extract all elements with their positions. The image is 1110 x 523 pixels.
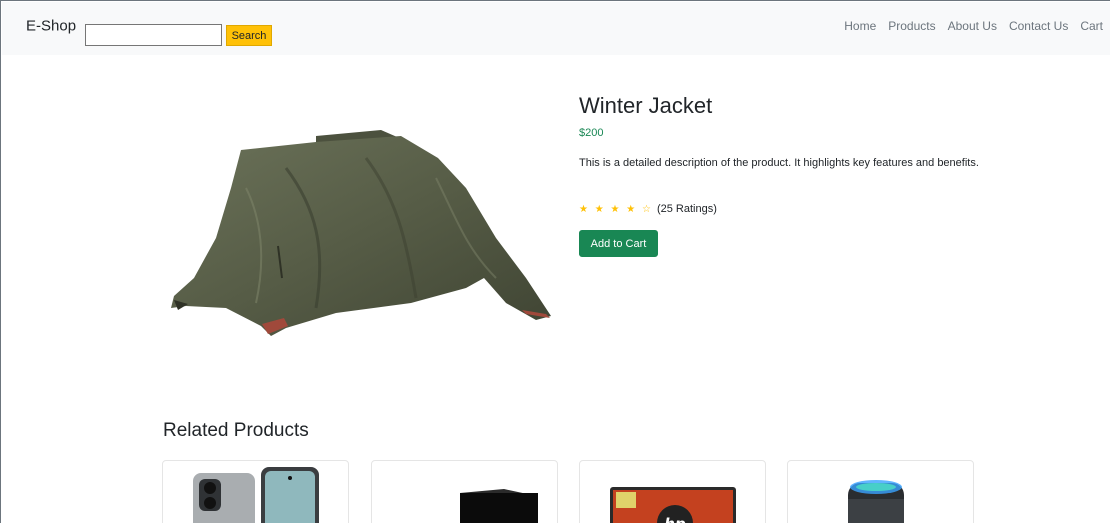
add-to-cart-button[interactable]: Add to Cart [579, 230, 658, 257]
box-speaker-icon [460, 489, 538, 523]
nav-link-about-us[interactable]: About Us [948, 19, 997, 33]
navbar: E-Shop Search Home Products About Us Con… [2, 2, 1110, 55]
product-price: $200 [579, 127, 604, 139]
nav-link-contact-us[interactable]: Contact Us [1009, 19, 1068, 33]
nav-link-cart[interactable]: Cart [1080, 19, 1103, 33]
laptop-brand-text: hp [664, 515, 686, 523]
page: E-Shop Search Home Products About Us Con… [0, 0, 1110, 523]
nav-link-products[interactable]: Products [888, 19, 935, 33]
product-description: This is a detailed description of the pr… [579, 157, 979, 169]
related-product-card[interactable] [787, 460, 974, 523]
related-product-card[interactable] [371, 460, 558, 523]
brand-logo[interactable]: E-Shop [26, 18, 76, 35]
product-title: Winter Jacket [579, 93, 713, 118]
nav-link-home[interactable]: Home [844, 19, 876, 33]
portable-speaker-icon [848, 480, 904, 523]
smartphone-icon [193, 467, 319, 523]
rating-stars: ★ ★ ★ ★ ☆ [579, 203, 653, 215]
related-products-heading: Related Products [163, 420, 309, 441]
ratings-count: (25 Ratings) [656, 203, 717, 215]
product-image [171, 130, 551, 336]
search-input[interactable] [85, 24, 222, 46]
related-product-card[interactable] [162, 460, 349, 523]
laptop-icon: hp [610, 487, 736, 523]
nav-links: Home Products About Us Contact Us Cart [844, 19, 1103, 33]
product-rating: ★ ★ ★ ★ ☆ (25 Ratings) [579, 203, 717, 215]
related-product-card[interactable]: hp [579, 460, 766, 523]
search-button[interactable]: Search [226, 25, 272, 46]
